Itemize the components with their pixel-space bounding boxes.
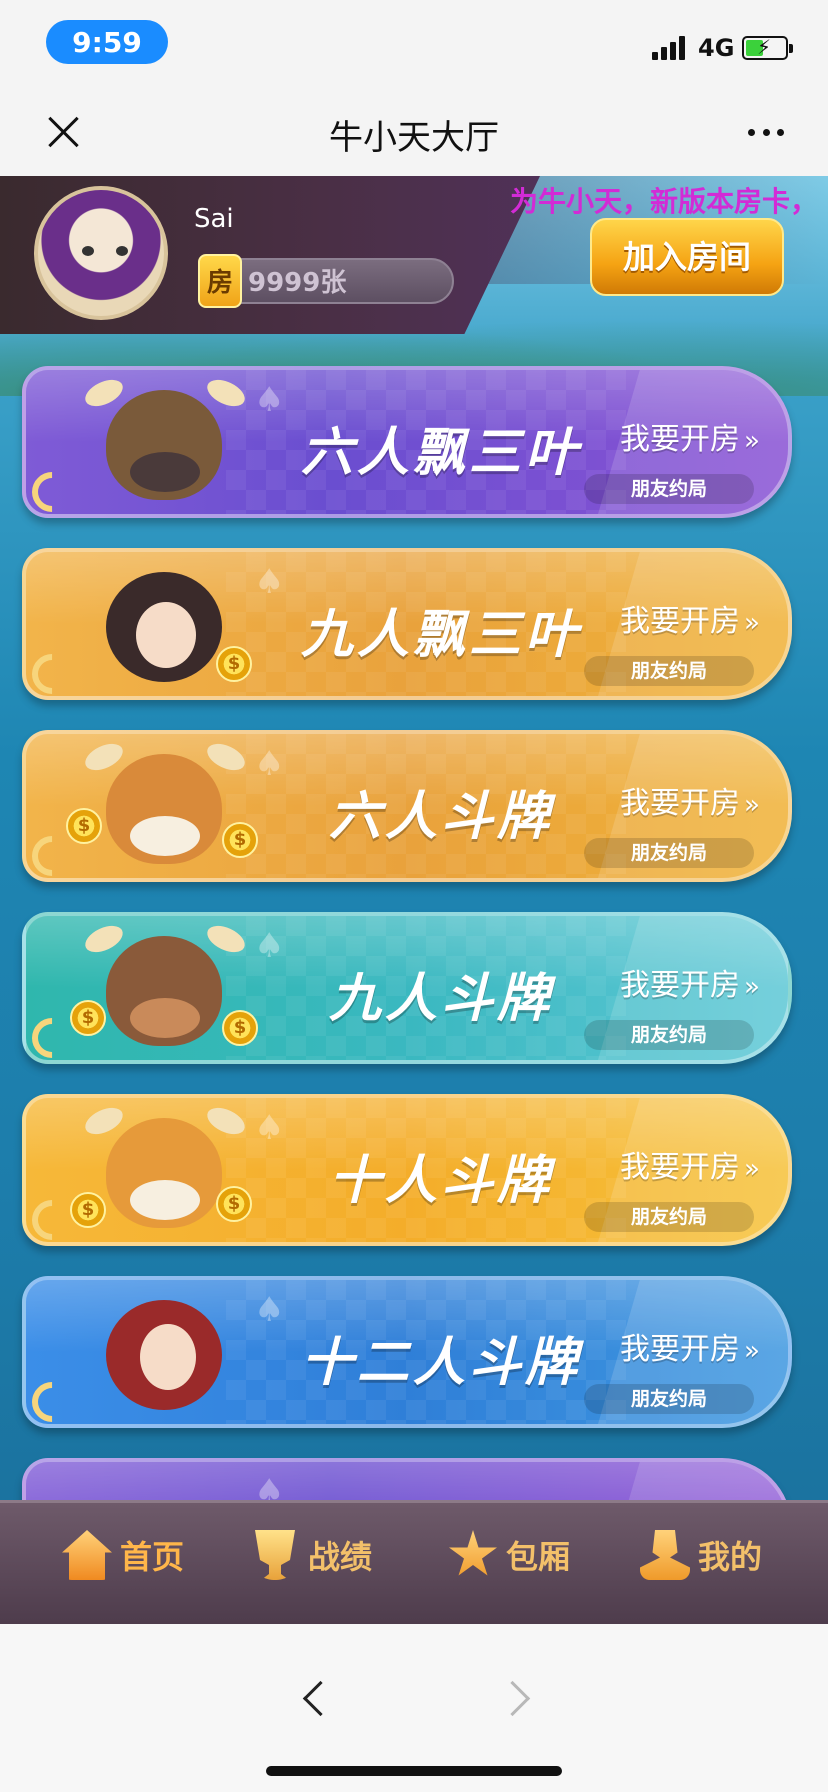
- friend-match-label: 朋友约局: [584, 1020, 754, 1050]
- tab-label: 我的: [698, 1538, 763, 1576]
- tab-label: 包厢: [506, 1538, 571, 1576]
- bull-mascot-icon: $ $: [66, 1102, 256, 1242]
- friend-match-label: 朋友约局: [584, 474, 754, 504]
- game-banner-6p-doupai[interactable]: $ $ ♠ 六人斗牌 我要开房» 朋友约局: [22, 730, 792, 882]
- nav-bar: 牛小天大厅: [0, 88, 828, 176]
- announcement-marquee: 为牛小天，新版本房卡，: [510, 185, 819, 218]
- devil-girl-mascot-icon: $: [66, 556, 256, 696]
- tab-home[interactable]: 首页: [62, 1525, 184, 1585]
- game-banner-10p-doupai[interactable]: $ $ ♠ 十人斗牌 我要开房» 朋友约局: [22, 1094, 792, 1246]
- create-room-link[interactable]: 我要开房»: [620, 414, 760, 458]
- tab-records[interactable]: 战绩: [250, 1525, 372, 1585]
- room-card-count: 9999张: [248, 268, 347, 298]
- game-banner-9p-doupai[interactable]: $ $ ♠ 九人斗牌 我要开房» 朋友约局: [22, 912, 792, 1064]
- bottom-tab-bar: 首页 战绩 包厢 我的: [0, 1500, 828, 1624]
- browser-toolbar: [0, 1624, 828, 1792]
- home-icon: [62, 1530, 112, 1580]
- banner-title: 十二人斗牌: [300, 1332, 581, 1393]
- join-room-button[interactable]: 加入房间: [590, 218, 784, 296]
- tab-label: 战绩: [308, 1538, 373, 1576]
- game-banner-6p-piaosanye[interactable]: ♠ 六人飘三叶 我要开房» 朋友约局: [22, 366, 792, 518]
- user-icon: [640, 1530, 690, 1580]
- game-banner-9p-piaosanye[interactable]: $ ♠ 九人飘三叶 我要开房» 朋友约局: [22, 548, 792, 700]
- status-bar: 9:59 4G ⚡: [0, 0, 828, 88]
- bull-mascot-icon: [66, 374, 256, 514]
- trophy-icon: [255, 1530, 295, 1580]
- banner-title: 九人飘三叶: [300, 604, 581, 665]
- avatar[interactable]: [34, 186, 168, 320]
- banner-title: 六人飘三叶: [300, 422, 581, 483]
- username: Sai: [194, 204, 234, 234]
- create-room-link[interactable]: 我要开房»: [620, 1324, 760, 1368]
- banner-title: 十人斗牌: [328, 1150, 553, 1211]
- more-menu-icon[interactable]: [742, 108, 790, 156]
- network-label: 4G: [698, 34, 735, 62]
- lady-mascot-icon: [66, 1284, 256, 1424]
- banner-title: 九人斗牌: [328, 968, 553, 1029]
- back-icon[interactable]: [294, 1678, 334, 1718]
- bull-mascot-icon: $ $: [66, 920, 258, 1060]
- home-indicator: [266, 1766, 562, 1776]
- banner-title: 六人斗牌: [328, 786, 553, 847]
- room-card-icon: 房: [198, 254, 242, 308]
- tab-private-room[interactable]: 包厢: [448, 1525, 570, 1585]
- forward-icon[interactable]: [496, 1678, 536, 1718]
- friend-match-label: 朋友约局: [584, 1202, 754, 1232]
- signal-icon: [652, 36, 690, 60]
- create-room-link[interactable]: 我要开房»: [620, 596, 760, 640]
- page-title: 牛小天大厅: [329, 118, 499, 158]
- tab-label: 首页: [120, 1538, 185, 1576]
- game-lobby: Sai 房 9999张 为牛小天，新版本房卡， 加入房间 ♠ 六人飘三叶 我要开…: [0, 176, 828, 1624]
- battery-icon: ⚡: [742, 36, 793, 60]
- game-banner-12p-doupai[interactable]: ♠ 十二人斗牌 我要开房» 朋友约局: [22, 1276, 792, 1428]
- friend-match-label: 朋友约局: [584, 838, 754, 868]
- star-icon: [449, 1530, 497, 1576]
- friend-match-label: 朋友约局: [584, 1384, 754, 1414]
- create-room-link[interactable]: 我要开房»: [620, 960, 760, 1004]
- create-room-link[interactable]: 我要开房»: [620, 1142, 760, 1186]
- create-room-link[interactable]: 我要开房»: [620, 778, 760, 822]
- status-time: 9:59: [46, 20, 168, 64]
- close-icon[interactable]: [40, 108, 88, 156]
- tab-profile[interactable]: 我的: [640, 1525, 762, 1585]
- friend-match-label: 朋友约局: [584, 656, 754, 686]
- bull-mascot-icon: $ $: [66, 738, 258, 878]
- page: 9:59 4G ⚡ 牛小天大厅 Sai 房 9999张 为牛小天，新版本房卡， …: [0, 0, 828, 1792]
